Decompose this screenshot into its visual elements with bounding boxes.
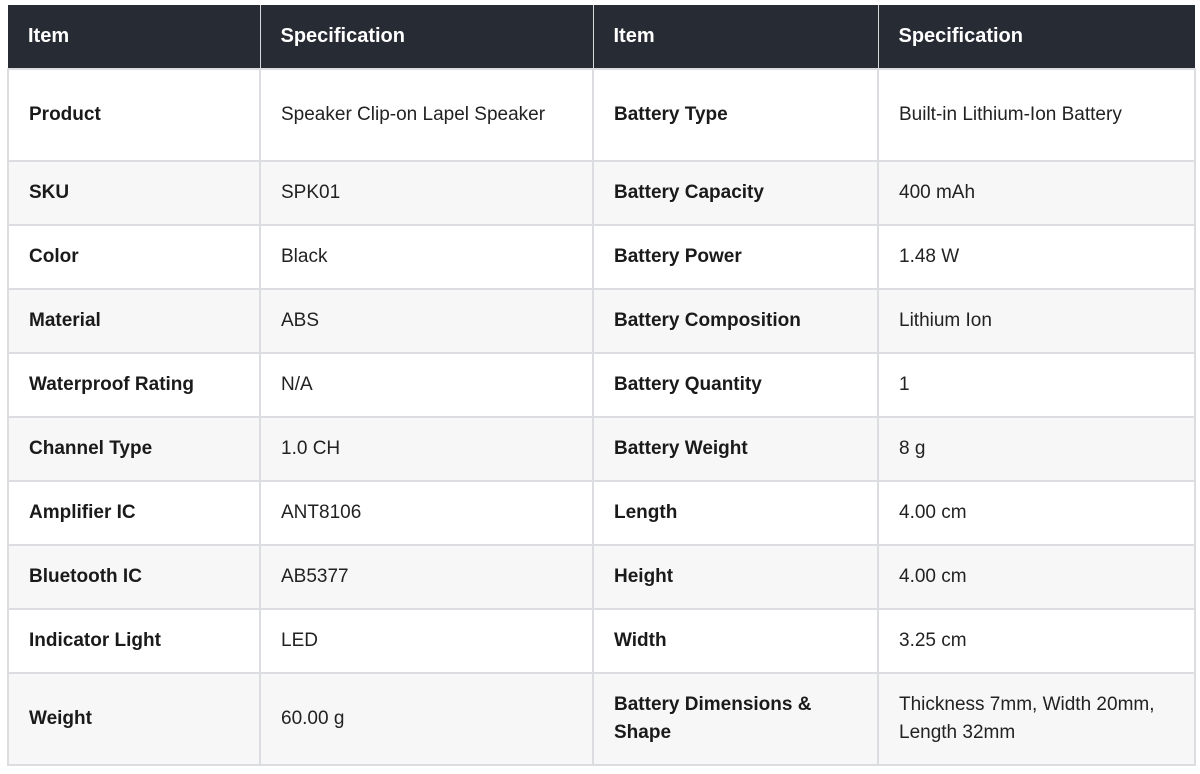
spec-label: Length (592, 480, 879, 546)
spec-label: Amplifier IC (7, 480, 261, 546)
table-row: Amplifier IC ANT8106 Length 4.00 cm (7, 480, 1196, 546)
spec-label: Weight (7, 672, 261, 766)
table-row: Bluetooth IC AB5377 Height 4.00 cm (7, 544, 1196, 610)
column-header-specification: Specification (260, 5, 594, 69)
spec-value: 4.00 cm (877, 544, 1196, 610)
spec-label: Indicator Light (7, 608, 261, 674)
spec-label: Battery Dimensions & Shape (592, 672, 879, 766)
spec-value: 8 g (877, 416, 1196, 482)
spec-label: SKU (7, 160, 261, 226)
table-row: SKU SPK01 Battery Capacity 400 mAh (7, 160, 1196, 226)
spec-value: 1.0 CH (259, 416, 594, 482)
spec-value: N/A (259, 352, 594, 418)
spec-value: 60.00 g (259, 672, 594, 766)
spec-label: Material (7, 288, 261, 354)
spec-value: LED (259, 608, 594, 674)
table-row: Weight 60.00 g Battery Dimensions & Shap… (7, 672, 1196, 766)
spec-label: Battery Composition (592, 288, 879, 354)
spec-label: Battery Capacity (592, 160, 879, 226)
spec-label: Battery Weight (592, 416, 879, 482)
spec-label: Height (592, 544, 879, 610)
table-row: Color Black Battery Power 1.48 W (7, 224, 1196, 290)
spec-value: ANT8106 (259, 480, 594, 546)
table-row: Channel Type 1.0 CH Battery Weight 8 g (7, 416, 1196, 482)
spec-label: Battery Power (592, 224, 879, 290)
column-header-item: Item (593, 5, 879, 69)
spec-value: Thickness 7mm, Width 20mm, Length 32mm (877, 672, 1196, 766)
spec-value: Speaker Clip-on Lapel Speaker (259, 68, 594, 162)
column-header-item: Item (8, 5, 261, 69)
spec-value: ABS (259, 288, 594, 354)
spec-label: Width (592, 608, 879, 674)
column-header-specification: Specification (878, 5, 1195, 69)
spec-value: 1.48 W (877, 224, 1196, 290)
spec-value: Built-in Lithium-Ion Battery (877, 68, 1196, 162)
spec-value: 400 mAh (877, 160, 1196, 226)
spec-value: AB5377 (259, 544, 594, 610)
spec-value: 4.00 cm (877, 480, 1196, 546)
table-row: Material ABS Battery Composition Lithium… (7, 288, 1196, 354)
spec-label: Battery Quantity (592, 352, 879, 418)
spec-label: Waterproof Rating (7, 352, 261, 418)
spec-table: Item Specification Item Specification Pr… (7, 5, 1196, 766)
spec-value: 3.25 cm (877, 608, 1196, 674)
spec-label: Product (7, 68, 261, 162)
spec-label: Bluetooth IC (7, 544, 261, 610)
table-row: Product Speaker Clip-on Lapel Speaker Ba… (7, 68, 1196, 162)
table-header-row: Item Specification Item Specification (8, 5, 1195, 69)
spec-label: Channel Type (7, 416, 261, 482)
spec-value: Black (259, 224, 594, 290)
spec-label: Color (7, 224, 261, 290)
spec-value: SPK01 (259, 160, 594, 226)
table-row: Waterproof Rating N/A Battery Quantity 1 (7, 352, 1196, 418)
table-row: Indicator Light LED Width 3.25 cm (7, 608, 1196, 674)
spec-value: Lithium Ion (877, 288, 1196, 354)
spec-label: Battery Type (592, 68, 879, 162)
spec-value: 1 (877, 352, 1196, 418)
